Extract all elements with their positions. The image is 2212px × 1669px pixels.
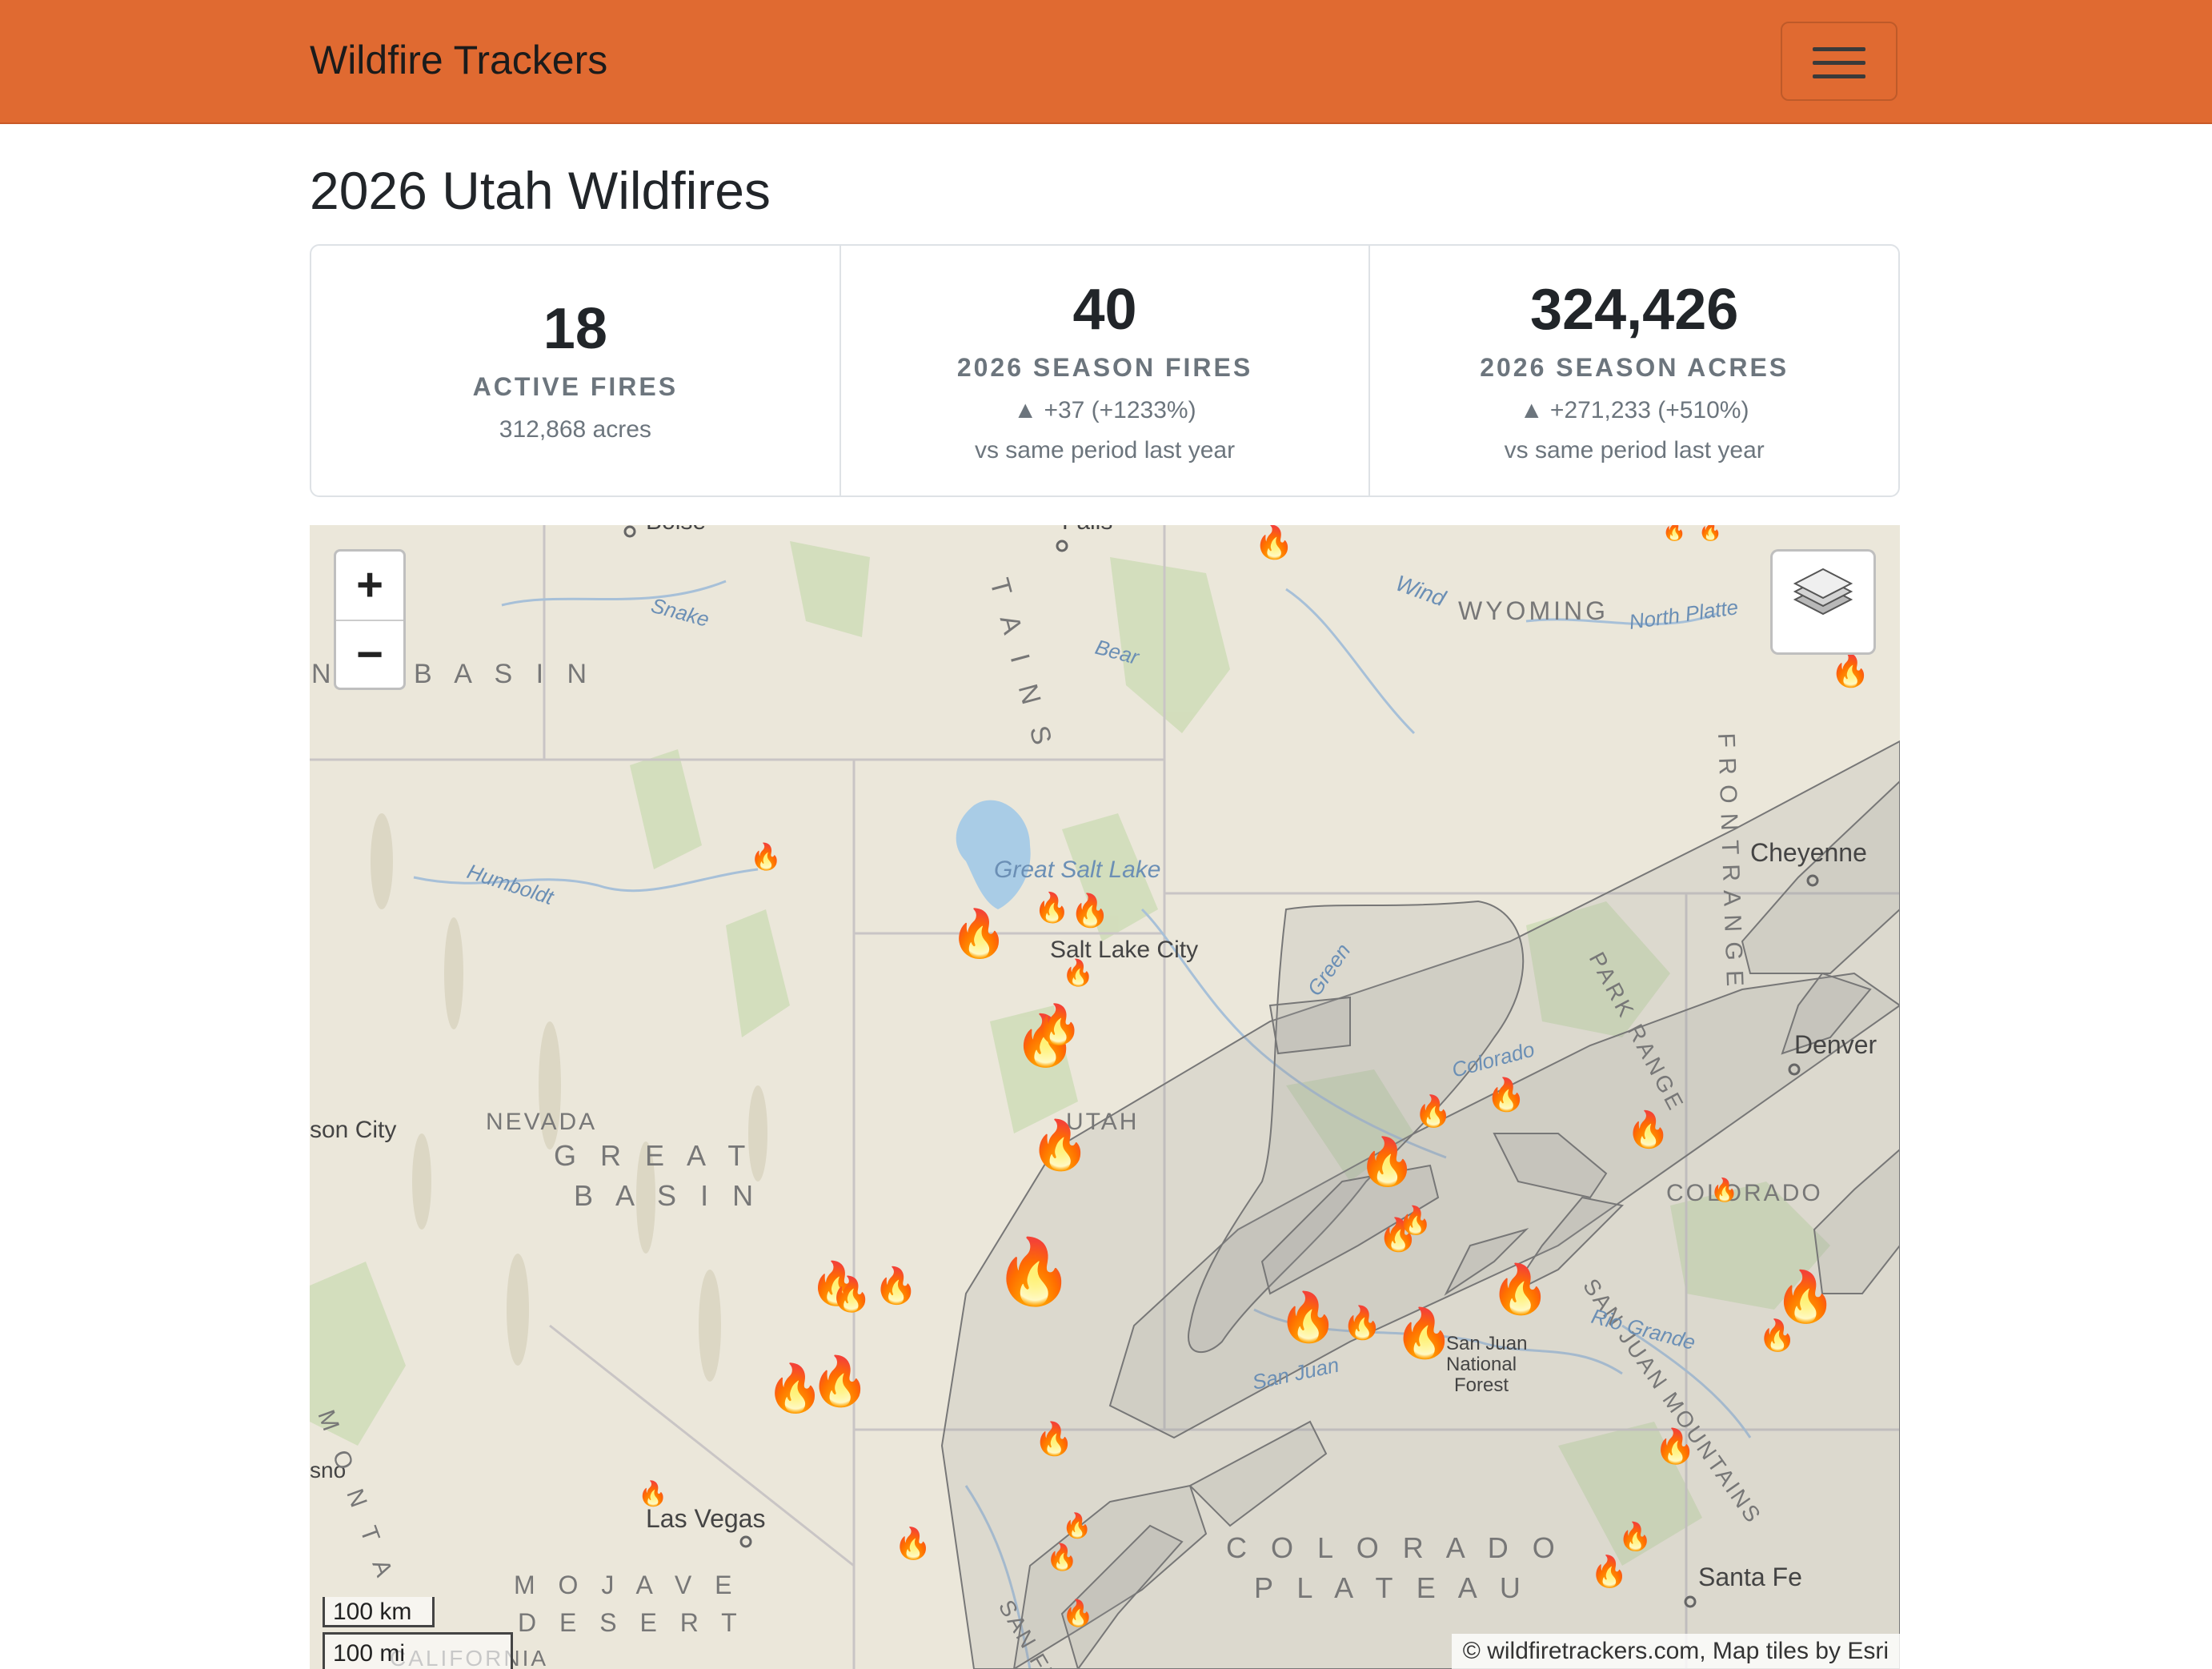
fire-icon[interactable]: 🔥 <box>1062 958 1094 987</box>
fire-icon[interactable]: 🔥 <box>1070 892 1110 929</box>
zoom-control: + − <box>334 549 406 690</box>
scale-km: 100 km <box>323 1597 435 1627</box>
fire-icon[interactable]: 🔥 <box>1654 1426 1696 1466</box>
fire-icon[interactable]: 🔥 <box>950 907 1008 960</box>
fire-icon[interactable]: 🔥 <box>1030 1117 1090 1173</box>
fire-icon[interactable]: 🔥 <box>1034 1002 1082 1046</box>
fire-icon[interactable]: 🔥 <box>1398 1205 1432 1236</box>
season-fires-value: 40 <box>1072 278 1137 342</box>
hamburger-menu-icon <box>1813 47 1865 51</box>
svg-text:Forest: Forest <box>1454 1374 1509 1396</box>
fire-icon[interactable]: 🔥 <box>1062 1599 1094 1627</box>
map-canvas[interactable]: Boise Falls Snake B A S I N N WYOMING Wi… <box>310 525 1900 1669</box>
stat-season-acres: 324,426 2026 SEASON ACRES ▲ +271,233 (+5… <box>1370 246 1898 495</box>
hamburger-menu-icon <box>1813 74 1865 78</box>
season-fires-change: ▲ +37 (+1233%) <box>1013 397 1196 423</box>
fire-icon[interactable]: 🔥 <box>1034 891 1070 924</box>
season-fires-label: 2026 SEASON FIRES <box>956 353 1253 382</box>
svg-text:Denver: Denver <box>1794 1030 1877 1059</box>
fire-icon[interactable]: 🔥 <box>1342 1304 1382 1341</box>
season-acres-note: vs same period last year <box>1504 437 1765 463</box>
svg-text:WYOMING: WYOMING <box>1458 596 1609 625</box>
fire-icon[interactable]: 🔥 <box>1618 1521 1652 1552</box>
fire-icon[interactable]: 🔥 <box>1046 1543 1078 1571</box>
fire-icon[interactable]: 🔥 <box>1626 1109 1670 1149</box>
season-acres-label: 2026 SEASON ACRES <box>1480 353 1789 382</box>
hamburger-menu-icon <box>1813 61 1865 65</box>
fire-icon[interactable]: 🔥 <box>1414 1093 1452 1129</box>
map-scale: 100 km 100 mi <box>323 1597 513 1669</box>
fire-icon[interactable]: 🔥 <box>1590 1554 1628 1589</box>
season-fires-note: vs same period last year <box>974 437 1236 463</box>
map-attribution[interactable]: © wildfiretrackers.com, Map tiles by Esr… <box>1451 1634 1900 1669</box>
svg-text:Boise: Boise <box>646 525 706 535</box>
fire-icon[interactable]: 🔥 <box>894 1526 932 1561</box>
layers-button[interactable] <box>1770 549 1876 655</box>
fire-icon[interactable]: 🔥 <box>994 1235 1074 1308</box>
svg-text:P L A T E A U: P L A T E A U <box>1254 1571 1529 1604</box>
layers-icon <box>1793 568 1853 616</box>
svg-text:Las Vegas: Las Vegas <box>646 1504 765 1533</box>
fire-icon[interactable]: 🔥 <box>750 842 782 871</box>
fire-icon[interactable]: 🔥 <box>830 1274 872 1314</box>
active-fires-value: 18 <box>543 297 607 361</box>
stats-card: 18 ACTIVE FIRES 312,868 acres 40 2026 SE… <box>310 244 1900 497</box>
brand-link[interactable]: Wildfire Trackers <box>310 37 607 83</box>
season-acres-value: 324,426 <box>1530 278 1739 342</box>
svg-text:son City: son City <box>310 1117 396 1143</box>
svg-text:B A S I N: B A S I N <box>414 659 595 689</box>
season-acres-change: ▲ +271,233 (+510%) <box>1519 397 1749 423</box>
fire-icon[interactable]: 🔥 <box>1394 1306 1454 1361</box>
svg-text:G R E A T: G R E A T <box>554 1139 753 1172</box>
active-fires-label: ACTIVE FIRES <box>472 372 679 401</box>
fire-icon[interactable]: 🔥 <box>1034 1420 1074 1457</box>
svg-text:D E S E R T: D E S E R T <box>518 1608 745 1637</box>
menu-toggle-button[interactable] <box>1781 22 1897 101</box>
wildfire-map[interactable]: Boise Falls Snake B A S I N N WYOMING Wi… <box>310 525 1900 1669</box>
fire-icon[interactable]: 🔥 <box>638 1479 667 1507</box>
svg-text:M O J A V E: M O J A V E <box>514 1571 740 1599</box>
svg-text:COLORADO: COLORADO <box>1666 1180 1823 1206</box>
svg-text:Great Salt Lake: Great Salt Lake <box>994 857 1160 883</box>
fire-icon[interactable]: 🔥 <box>1254 525 1294 560</box>
fire-icon[interactable]: 🔥 <box>1278 1290 1338 1345</box>
active-fires-acres: 312,868 acres <box>499 416 651 443</box>
fire-icon[interactable]: 🔥 <box>1710 1177 1738 1203</box>
fire-icon[interactable]: 🔥 <box>810 1354 870 1409</box>
page-title: 2026 Utah Wildfires <box>310 161 771 220</box>
zoom-in-button[interactable]: + <box>336 552 403 619</box>
navbar: Wildfire Trackers <box>0 0 2212 124</box>
fire-icon[interactable]: 🔥 <box>1698 525 1722 542</box>
svg-text:Falls: Falls <box>1062 525 1112 535</box>
fire-icon[interactable]: 🔥 <box>1758 1318 1796 1353</box>
fire-icon[interactable]: 🔥 <box>874 1266 918 1306</box>
stat-active-fires: 18 ACTIVE FIRES 312,868 acres <box>311 246 841 495</box>
fire-icon[interactable]: 🔥 <box>1662 525 1686 542</box>
scale-mi: 100 mi <box>323 1632 513 1669</box>
stat-season-fires: 40 2026 SEASON FIRES ▲ +37 (+1233%) vs s… <box>841 246 1371 495</box>
svg-text:C O L O R A D O: C O L O R A D O <box>1226 1531 1563 1564</box>
svg-text:Cheyenne: Cheyenne <box>1750 838 1867 867</box>
fire-icon[interactable]: 🔥 <box>1358 1135 1416 1188</box>
fire-icon[interactable]: 🔥 <box>1486 1076 1526 1113</box>
svg-text:National: National <box>1446 1354 1517 1375</box>
svg-text:Santa Fe: Santa Fe <box>1698 1563 1802 1591</box>
svg-text:B A S I N: B A S I N <box>574 1179 761 1212</box>
fire-icon[interactable]: 🔥 <box>1062 1511 1092 1539</box>
fire-icon[interactable]: 🔥 <box>1774 1268 1836 1325</box>
zoom-out-button[interactable]: − <box>336 621 403 688</box>
fire-icon[interactable]: 🔥 <box>1830 652 1870 688</box>
svg-text:NEVADA: NEVADA <box>486 1109 597 1135</box>
fire-icon[interactable]: 🔥 <box>1490 1262 1550 1317</box>
svg-text:San Juan: San Juan <box>1446 1333 1527 1354</box>
